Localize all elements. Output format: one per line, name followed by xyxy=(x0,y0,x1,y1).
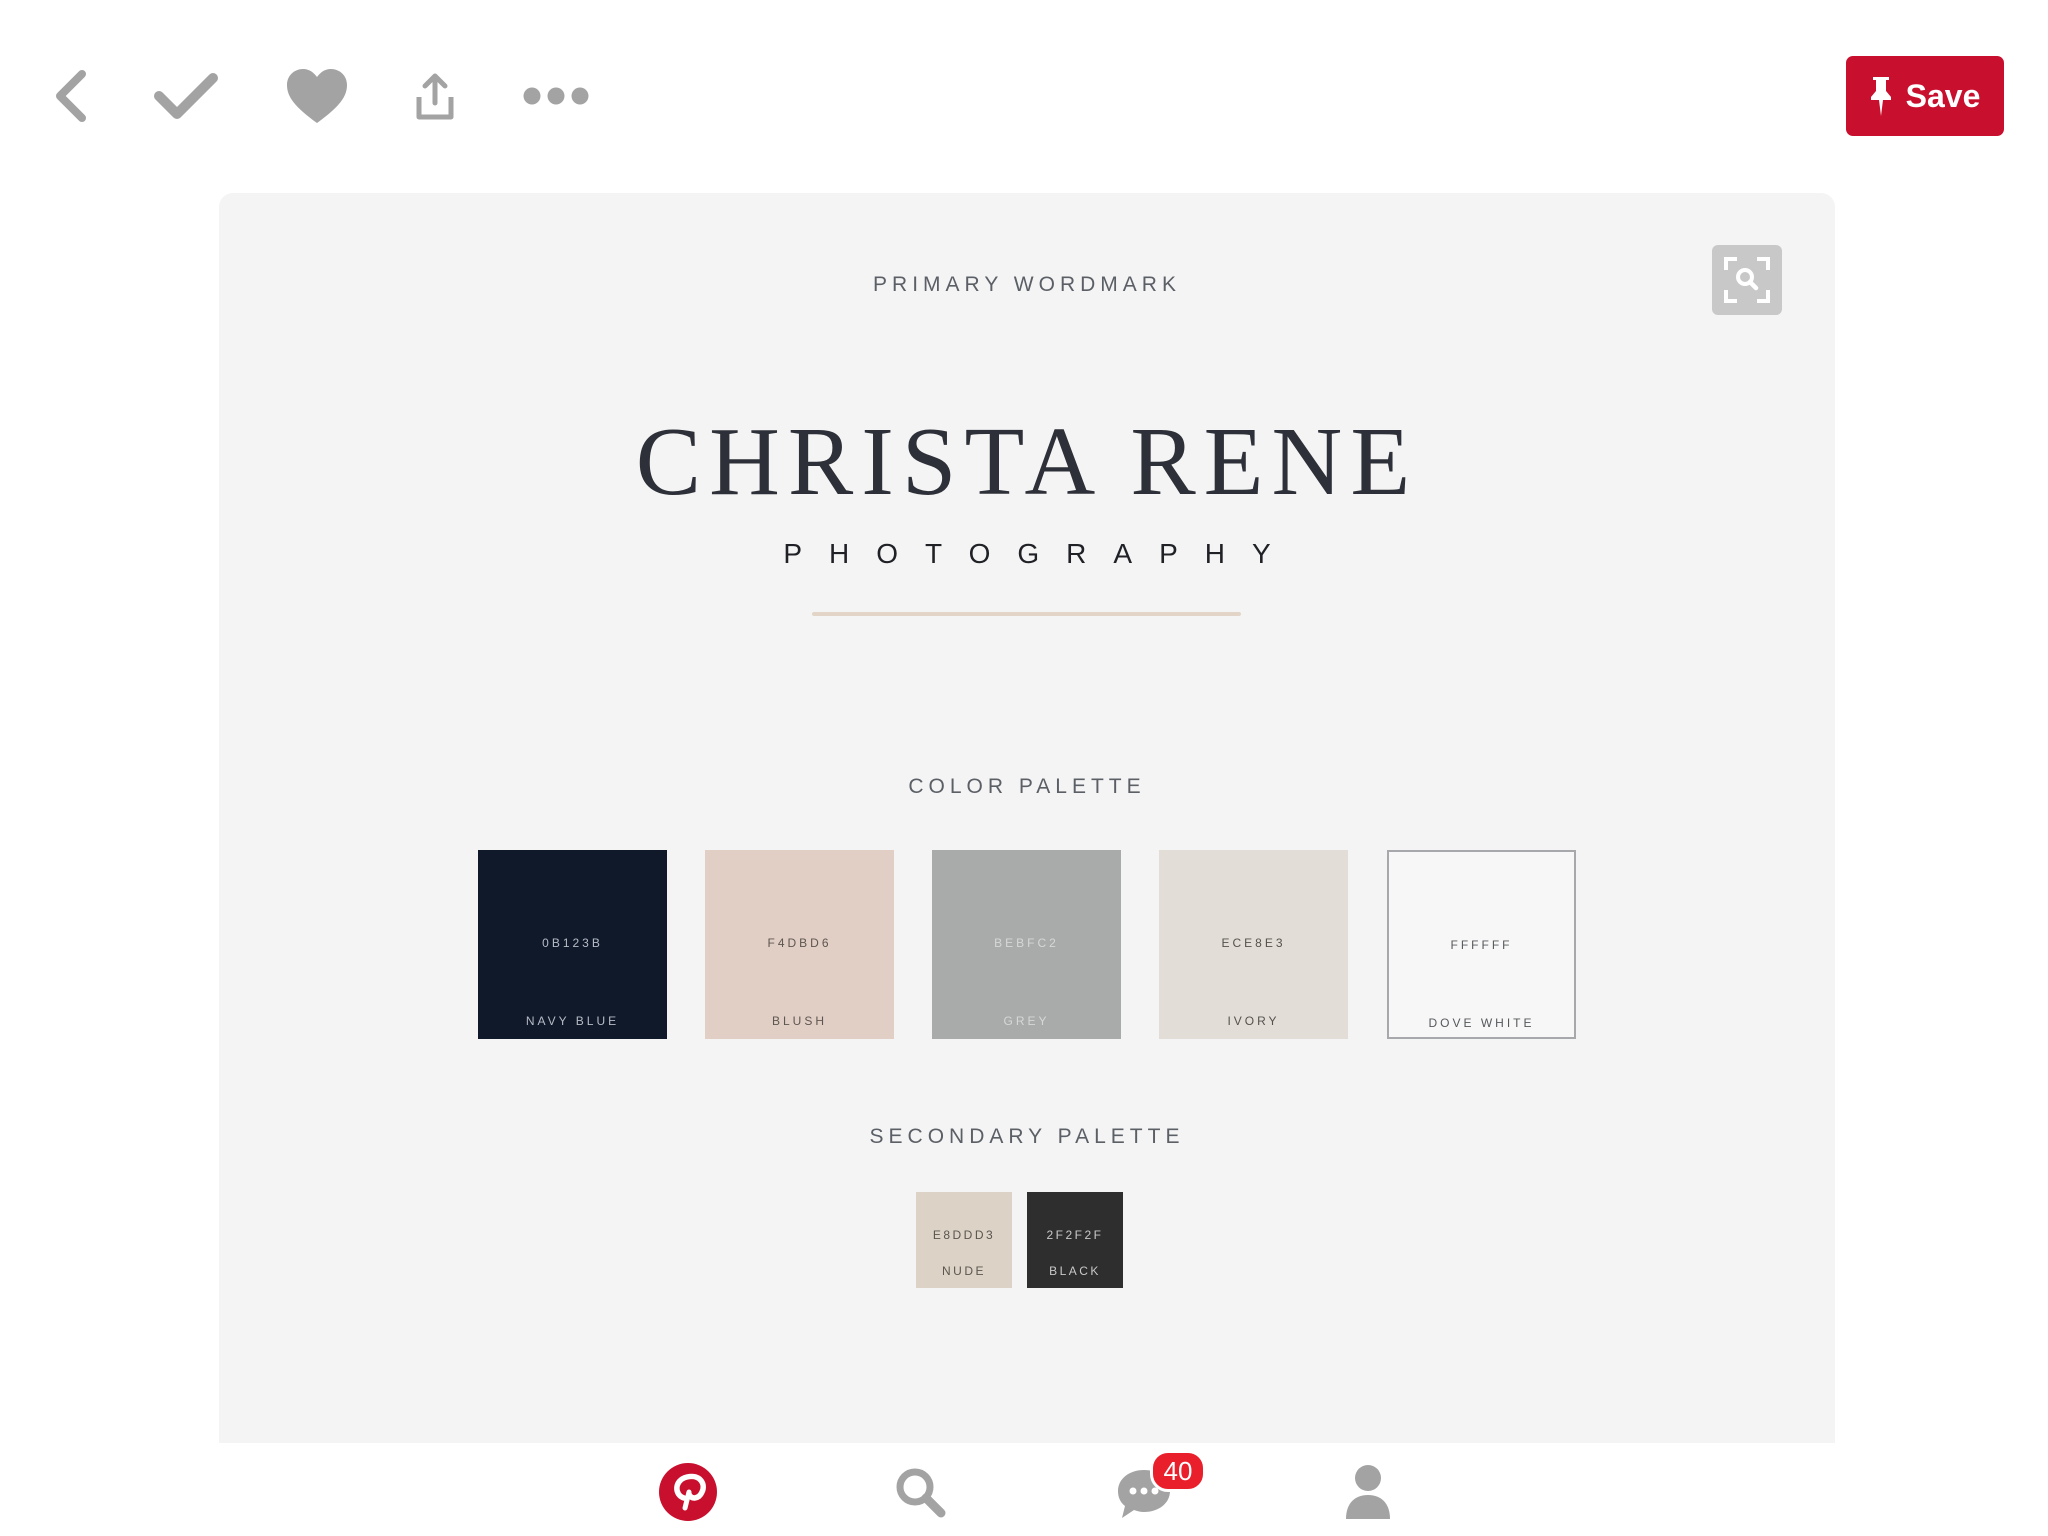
checkmark-icon xyxy=(154,73,218,119)
wordmark-caption: PRIMARY WORDMARK xyxy=(873,273,1181,296)
pushpin-icon xyxy=(1870,77,1891,116)
brand-subtitle: PHOTOGRAPHY xyxy=(783,538,1298,569)
done-button[interactable] xyxy=(150,66,222,126)
brand-name: CHRISTA RENE xyxy=(635,408,1419,516)
swatch-grey: BEBFC2 GREY xyxy=(932,850,1121,1039)
swatch-hex: BEBFC2 xyxy=(994,936,1059,950)
heart-icon xyxy=(287,69,347,123)
more-button[interactable] xyxy=(520,80,592,112)
search-icon xyxy=(896,1468,946,1518)
color-palette-caption: COLOR PALETTE xyxy=(908,775,1146,798)
swatch-name: GREY xyxy=(1003,1014,1050,1028)
swatch-hex: E8DDD3 xyxy=(932,1228,996,1242)
chevron-left-icon xyxy=(56,70,86,122)
tab-profile[interactable] xyxy=(1336,1460,1400,1524)
pin-toolbar: Save xyxy=(0,0,2048,190)
swatch-hex: F4DBD6 xyxy=(767,936,832,950)
swatch-name: DOVE WHITE xyxy=(1428,1016,1535,1030)
swatch-dove-white: FFFFFF DOVE WHITE xyxy=(1387,850,1576,1039)
like-button[interactable] xyxy=(282,64,352,128)
swatch-nude: E8DDD3 NUDE xyxy=(916,1192,1012,1288)
pinterest-logo-icon xyxy=(659,1463,717,1521)
swatch-name: IVORY xyxy=(1227,1014,1280,1028)
share-icon xyxy=(416,73,454,120)
save-button[interactable]: Save xyxy=(1846,56,2004,136)
swatch-name: NUDE xyxy=(941,1264,986,1278)
pin-image[interactable]: PRIMARY WORDMARK CHRISTA RENE PHOTOGRAPH… xyxy=(219,193,1835,1443)
swatch-name: BLACK xyxy=(1049,1264,1101,1278)
profile-icon xyxy=(1346,1465,1390,1519)
swatch-hex: FFFFFF xyxy=(1450,938,1513,952)
share-button[interactable] xyxy=(410,70,460,124)
brand-divider xyxy=(812,612,1241,616)
tab-home[interactable] xyxy=(656,1460,720,1524)
swatch-name: NAVY BLUE xyxy=(525,1014,620,1028)
swatch-name: BLUSH xyxy=(771,1014,827,1028)
swatch-hex: 2F2F2F xyxy=(1046,1228,1104,1242)
bottom-tab-bar xyxy=(0,1443,2048,1536)
swatch-hex: ECE8E3 xyxy=(1221,936,1286,950)
swatch-ivory: ECE8E3 IVORY xyxy=(1159,850,1348,1039)
secondary-palette-caption: SECONDARY PALETTE xyxy=(869,1125,1185,1148)
tab-search[interactable] xyxy=(890,1462,950,1522)
save-label: Save xyxy=(1905,77,1981,114)
messages-badge: 40 xyxy=(1150,1450,1206,1492)
swatch-navy-blue: 0B123B NAVY BLUE xyxy=(478,850,667,1039)
back-button[interactable] xyxy=(44,66,96,126)
swatch-hex: 0B123B xyxy=(542,936,603,950)
swatch-black: 2F2F2F BLACK xyxy=(1027,1192,1123,1288)
swatch-blush: F4DBD6 BLUSH xyxy=(705,850,894,1039)
ellipsis-icon xyxy=(523,87,589,105)
